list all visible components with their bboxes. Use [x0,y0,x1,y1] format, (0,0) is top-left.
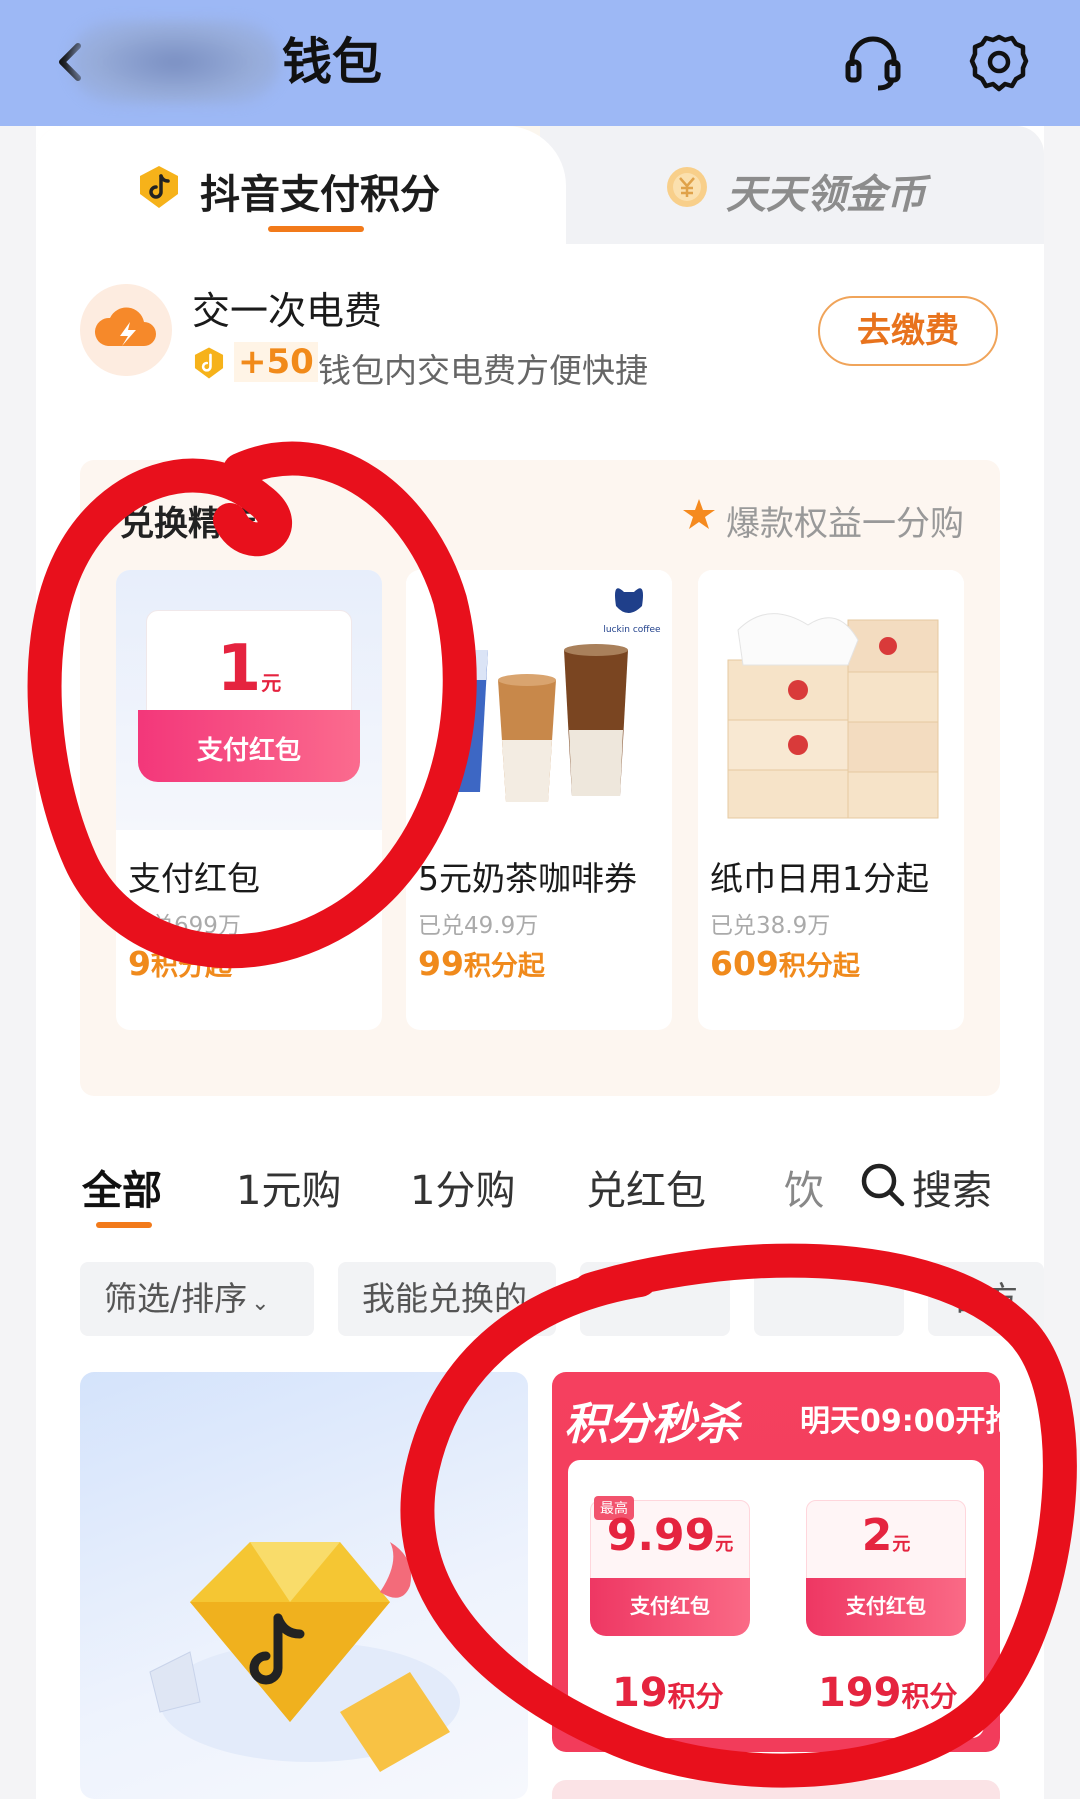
coupon-unit: 元 [261,671,282,695]
coupon-amount: 9.99元 [606,1510,734,1561]
coupon-amount: 2元 [861,1510,911,1561]
douyin-points-icon [140,166,178,208]
filter-chip[interactable] [754,1262,904,1336]
featured-more-link[interactable]: 爆款权益一分购 [726,496,964,545]
next-card-edge [552,1780,1000,1799]
red-packet-coupon-image: 1元 支付红包 [116,570,382,830]
task-points: +50 [234,342,318,382]
chevron-down-icon: ⌄ [251,1291,270,1316]
search-icon[interactable] [858,1160,906,1208]
tissue-boxes-image [698,570,964,830]
headset-icon[interactable] [842,32,904,94]
blurred-user-name [70,20,280,104]
pay-bill-button[interactable]: 去缴费 [818,296,998,366]
product-name: 纸巾日用1分起 [710,859,929,898]
task-description: 钱包内交电费方便快捷 [318,351,648,390]
featured-title: 兑换精选 [120,504,256,544]
product-sold-count: 已兑38.9万 [710,913,831,939]
flash-coupon[interactable]: 最高 9.99元 支付红包 [590,1496,750,1640]
brand-logo-text: luckin coffee [603,625,661,635]
category-underline [96,1222,152,1228]
search-label[interactable]: 搜索 [912,1158,992,1216]
category-tab-all[interactable]: 全部 [82,1158,162,1216]
product-card[interactable]: 1元 支付红包 支付红包 已兑699万 9积分起 [116,570,382,1030]
douyin-points-icon [194,347,224,379]
filter-official-chip[interactable]: 官方 [928,1262,1044,1336]
coupon-label: 支付红包 [630,1594,710,1618]
product-points: 609积分起 [710,944,860,983]
filter-sort-chip[interactable]: 筛选/排序 ⌄ [80,1262,314,1336]
coupon-amount: 1 [216,632,262,706]
promo-banner-card[interactable] [80,1372,528,1799]
product-name: 5元奶茶咖啡券 [418,859,637,898]
tab-douyin-points[interactable]: 抖音支付积分 [200,162,440,220]
flash-points: 199积分 [818,1670,958,1716]
flash-sale-start-time: 明天09:00开抢 [800,1404,1016,1439]
product-points: 99积分起 [418,944,545,983]
product-sold-count: 已兑699万 [128,913,241,939]
coupon-label: 支付红包 [196,736,301,766]
coupon-label: 支付红包 [846,1594,926,1618]
luckin-coffee-cups-image: luckin coffee [406,570,672,830]
tab-daily-coins[interactable]: 天天领金币 [726,162,926,220]
gold-coin-icon [667,167,707,207]
gear-icon[interactable] [968,32,1030,94]
category-tab-one-yuan[interactable]: 1元购 [236,1158,341,1216]
star-icon [683,499,715,529]
category-tab-red-packet[interactable]: 兑红包 [586,1158,706,1216]
flash-points: 19积分 [612,1670,724,1716]
task-title: 交一次电费 [192,289,383,333]
product-card[interactable]: 纸巾日用1分起 已兑38.9万 609积分起 [698,570,964,1030]
category-tab-drinks[interactable]: 饮 [784,1158,824,1216]
product-points: 9积分起 [128,944,232,983]
product-name: 支付红包 [128,859,260,898]
flash-coupon[interactable]: 2元 支付红包 [806,1500,966,1640]
flash-sale-title: 积分秒杀 [564,1399,740,1450]
electricity-cloud-icon [80,284,172,376]
page-title: 钱包 [282,33,382,91]
diamond-illustration [149,1542,460,1772]
filter-chip[interactable] [580,1262,730,1336]
product-card[interactable]: luckin coffee 5元奶茶咖啡券 已兑49.9万 99积分起 [406,570,672,1030]
category-tab-one-cent[interactable]: 1分购 [410,1158,515,1216]
active-tab-underline [268,226,364,232]
filter-redeemable-chip[interactable]: 我能兑换的 [338,1262,556,1336]
product-sold-count: 已兑49.9万 [418,913,539,939]
